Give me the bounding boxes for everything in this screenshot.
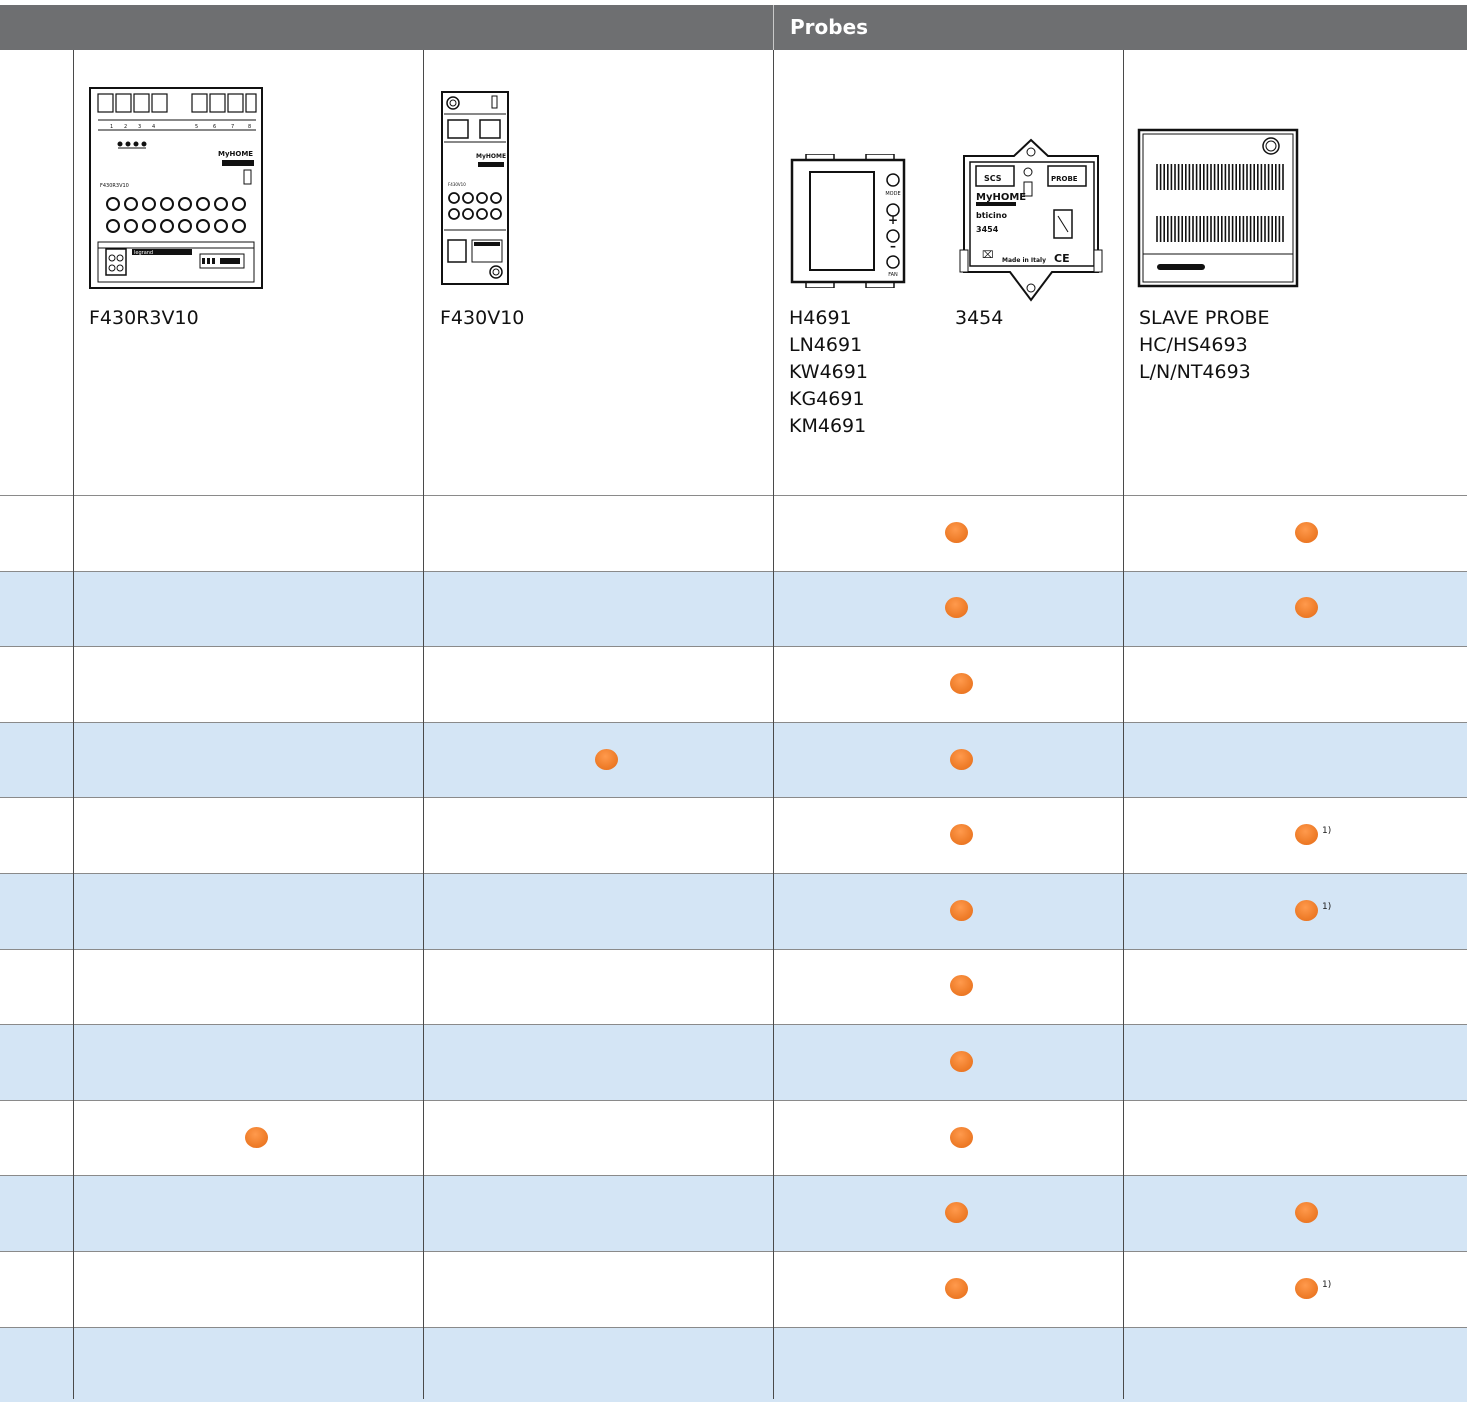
svg-text:3: 3: [138, 124, 141, 130]
compatibility-dot-icon: [950, 1126, 973, 1148]
product-code: LN4691: [789, 334, 863, 356]
bticino-logo-text: bticino: [976, 211, 1007, 220]
minus-label: –: [890, 239, 896, 253]
svg-text:6: 6: [213, 124, 216, 130]
compatibility-dot-icon: [950, 899, 973, 921]
row-divider: [0, 1175, 1467, 1177]
table-row: [0, 721, 1467, 798]
column-divider: [73, 50, 74, 1399]
row-divider: [0, 873, 1467, 874]
fan-label: FAN: [888, 272, 898, 278]
slave-probe-device-image: [1137, 128, 1299, 288]
ce-mark-text: CE: [1054, 252, 1070, 265]
3454-device-image: SCS PROBE MyHOME bticino 3454 ⌧ Made in …: [959, 138, 1103, 302]
f430v10-printed-label: F430V10: [448, 182, 466, 187]
svg-text:2: 2: [124, 124, 127, 130]
compatibility-dot-icon: [245, 1126, 268, 1148]
h4691-device-image: MODE + – FAN: [790, 154, 906, 288]
product-code: L/N/NT4693: [1139, 361, 1251, 383]
scs-label: SCS: [984, 174, 1002, 183]
product-code-3454: 3454: [955, 307, 1004, 329]
model-number-text: 3454: [976, 225, 999, 234]
row-divider: [0, 721, 1467, 723]
product-code: KG4691: [789, 388, 865, 410]
made-in-italy-text: Made in Italy: [1002, 257, 1046, 264]
compatibility-dot-icon: [950, 748, 973, 770]
table-row: [0, 570, 1467, 647]
row-divider: [0, 646, 1467, 648]
product-code: KW4691: [789, 361, 868, 383]
myhome-logo-text: MyHOME: [218, 150, 253, 158]
compatibility-dot-icon: [950, 1051, 973, 1072]
compatibility-dot-icon: [1295, 1277, 1318, 1299]
product-code-f430r3v10: F430R3V10: [89, 307, 199, 329]
myhome-logo-text: MyHOME: [476, 153, 506, 160]
table-row: [0, 646, 1467, 722]
column-divider: [773, 50, 774, 1399]
row-divider: [0, 1024, 1467, 1026]
plus-label: +: [888, 213, 898, 227]
probe-label: PROBE: [1051, 175, 1078, 183]
footnote-marker: 1): [1322, 1279, 1332, 1290]
header-separator: [773, 5, 774, 50]
product-code: H4691: [789, 307, 852, 329]
row-divider: [0, 495, 1467, 496]
product-codes-h4691-group: H4691 LN4691 KW4691 KG4691 KM4691: [789, 305, 868, 440]
mode-label: MODE: [885, 191, 900, 197]
table-row: [0, 949, 1467, 1025]
row-divider: [0, 1099, 1467, 1101]
table-row: [0, 873, 1467, 949]
column-divider: [423, 50, 424, 1399]
compatibility-dot-icon: [1295, 521, 1318, 543]
product-code: SLAVE PROBE: [1139, 307, 1270, 329]
product-code: HC/HS4693: [1139, 334, 1248, 356]
svg-text:5: 5: [195, 124, 198, 130]
svg-text:8: 8: [248, 124, 251, 130]
svg-text:7: 7: [231, 124, 234, 130]
table-row: [0, 1100, 1467, 1176]
compatibility-dot-icon: [1295, 899, 1318, 921]
f430r3v10-printed-label: F430R3V10: [100, 183, 129, 189]
f430v10-device-image: MyHOME F430V10: [441, 91, 509, 285]
row-divider: [0, 797, 1467, 799]
table-row: [0, 495, 1467, 571]
row-divider: [0, 1326, 1467, 1328]
myhome-logo-text: MyHOME: [976, 192, 1026, 203]
table-header-bar: Probes: [0, 5, 1467, 50]
weee-bin-icon: ⌧: [982, 250, 994, 261]
compatibility-dot-icon: [595, 748, 618, 770]
table-row: [0, 1251, 1467, 1327]
compatibility-dot-icon: [945, 1277, 968, 1299]
row-divider: [0, 570, 1467, 572]
product-code-f430v10: F430V10: [440, 307, 525, 329]
row-divider: [0, 1251, 1467, 1252]
table-row: [0, 1175, 1467, 1251]
table-row: [0, 1024, 1467, 1100]
table-row: [0, 1326, 1467, 1402]
column-divider: [1123, 50, 1124, 1399]
f430r3v10-device-image: 1 2 3 4 5 6 7 8 MyHOME F430R3V10 legrand: [89, 87, 263, 289]
footnote-marker: 1): [1322, 901, 1332, 912]
compatibility-dot-icon: [950, 673, 973, 694]
row-divider: [0, 948, 1467, 950]
svg-text:1: 1: [110, 124, 113, 130]
svg-text:4: 4: [152, 124, 155, 130]
table-row: [0, 797, 1467, 873]
probes-header-title: Probes: [790, 15, 869, 39]
footnote-marker: 1): [1322, 826, 1332, 837]
product-code: KM4691: [789, 415, 867, 437]
compatibility-dot-icon: [945, 521, 968, 543]
legrand-logo-text: legrand: [134, 250, 153, 256]
product-codes-slave-probe-group: SLAVE PROBE HC/HS4693 L/N/NT4693: [1139, 305, 1270, 386]
